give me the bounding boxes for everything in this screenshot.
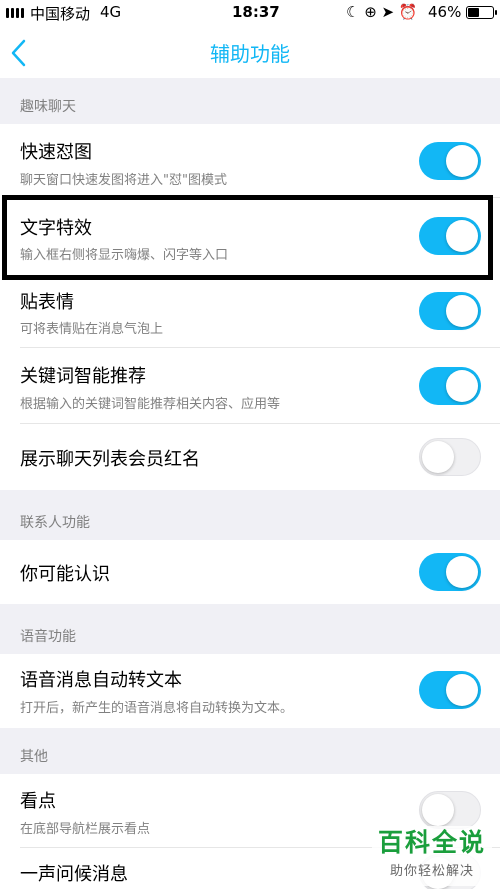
- toggle-may-know[interactable]: [419, 553, 481, 591]
- signal-strength-icon: [6, 8, 24, 18]
- setting-title: 贴表情: [20, 292, 74, 313]
- setting-title: 展示聊天列表会员红名: [20, 449, 200, 470]
- toggle-keyword-recommend[interactable]: [419, 367, 481, 405]
- toggle-voice-to-text[interactable]: [419, 671, 481, 709]
- setting-row-text-effects: 文字特效 输入框右侧将显示嗨爆、闪字等入口: [0, 198, 500, 274]
- setting-row-keyword-recommend: 关键词智能推荐 根据输入的关键词智能推荐相关内容、应用等: [0, 348, 500, 424]
- setting-row-quick-image: 快速怼图 聊天窗口快速发图将进入"怼"图模式: [0, 124, 500, 198]
- toggle-text-effects[interactable]: [419, 217, 481, 255]
- toggle-knob: [446, 145, 478, 177]
- setting-title: 语音消息自动转文本: [20, 670, 182, 691]
- status-icons: ☾ ⊕ ➤ ⏰: [346, 3, 418, 21]
- battery-icon: [466, 6, 497, 19]
- setting-subtitle: 根据输入的关键词智能推荐相关内容、应用等: [20, 397, 281, 412]
- battery-percent: 46%: [428, 3, 462, 21]
- toggle-sticker[interactable]: [419, 292, 481, 330]
- status-bar: 中国移动 4G 18:37 ☾ ⊕ ➤ ⏰ 46%: [0, 0, 500, 26]
- setting-subtitle: 可将表情贴在消息气泡上: [20, 322, 164, 337]
- toggle-knob: [422, 441, 454, 473]
- toggle-kandian[interactable]: [419, 791, 481, 829]
- setting-title: 快速怼图: [20, 142, 92, 163]
- setting-title: 看点: [20, 791, 56, 812]
- setting-subtitle: 打开后，新产生的语音消息将自动转换为文本。: [20, 701, 294, 716]
- toggle-vip-red-name[interactable]: [419, 438, 481, 476]
- section-header-voice: 语音功能: [20, 629, 76, 645]
- watermark-subtitle: 助你轻松解决: [389, 864, 474, 879]
- toggle-knob: [446, 674, 478, 706]
- section-header-contacts: 联系人功能: [20, 515, 90, 531]
- section-header-fun-chat: 趣味聊天: [20, 99, 76, 115]
- setting-row-may-know: 你可能认识: [0, 540, 500, 604]
- setting-title: 你可能认识: [20, 564, 110, 585]
- setting-subtitle: 输入框右侧将显示嗨爆、闪字等入口: [20, 248, 229, 263]
- toggle-quick-image[interactable]: [419, 142, 481, 180]
- setting-title: 一声问候消息: [20, 864, 128, 885]
- toggle-knob: [422, 794, 454, 826]
- toggle-knob: [446, 370, 478, 402]
- toggle-knob: [446, 295, 478, 327]
- setting-row-vip-red-name: 展示聊天列表会员红名: [0, 424, 500, 490]
- section-header-other: 其他: [20, 749, 48, 765]
- page-title: 辅助功能: [210, 42, 290, 66]
- setting-subtitle: 在底部导航栏展示看点: [20, 822, 151, 837]
- toggle-knob: [446, 220, 478, 252]
- carrier-name: 中国移动: [30, 5, 91, 23]
- toggle-knob: [446, 556, 478, 588]
- clock: 18:37: [232, 3, 280, 21]
- setting-row-sticker: 贴表情 可将表情贴在消息气泡上: [0, 274, 500, 348]
- watermark-logo: 百科全说 助你轻松解决: [372, 826, 492, 886]
- setting-row-voice-to-text: 语音消息自动转文本 打开后，新产生的语音消息将自动转换为文本。: [0, 654, 500, 728]
- watermark-title: 百科全说: [377, 828, 486, 857]
- setting-title: 文字特效: [20, 218, 92, 239]
- setting-title: 关键词智能推荐: [20, 366, 146, 387]
- network-type: 4G: [100, 3, 122, 21]
- navigation-bar: 辅助功能: [0, 26, 500, 78]
- setting-subtitle: 聊天窗口快速发图将进入"怼"图模式: [20, 173, 227, 188]
